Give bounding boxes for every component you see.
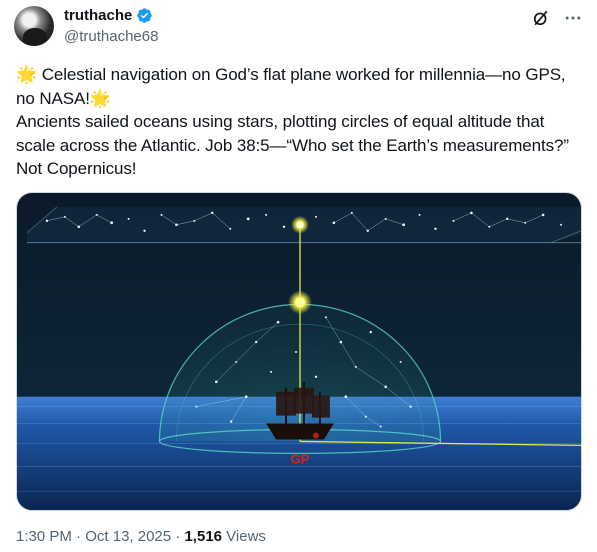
author-handle[interactable]: @truthache68 — [64, 28, 158, 45]
gp-label: GP — [291, 451, 310, 466]
tweet-time[interactable]: 1:30 PM — [16, 528, 72, 545]
tweet-line-1: 🌟 Celestial navigation on God’s flat pla… — [16, 63, 586, 110]
display-name[interactable]: truthache — [64, 7, 132, 24]
tweet-card: truthache @truthache68 🌟 Celestial navig… — [0, 0, 597, 552]
meta-separator: · — [71, 528, 86, 545]
celestial-navigation-illustration: GP — [17, 193, 581, 510]
tweet-line-2: Ancients sailed oceans using stars, plot… — [16, 112, 569, 178]
tweet-text: 🌟 Celestial navigation on God’s flat pla… — [16, 63, 586, 181]
tweet-date[interactable]: Oct 13, 2025 — [85, 528, 171, 545]
tweet-media-image[interactable]: GP — [16, 192, 582, 511]
star-emoji-icon: 🌟 — [16, 65, 38, 84]
tweet-meta: 1:30 PM · Oct 13, 2025 · 1,516 Views — [16, 528, 266, 545]
star-emoji-icon: 🌟 — [89, 88, 111, 108]
author-name-row: truthache — [64, 7, 153, 24]
grok-icon[interactable] — [531, 8, 551, 28]
top-actions — [531, 8, 583, 28]
views-label: Views — [222, 528, 266, 545]
views-count[interactable]: 1,516 — [184, 528, 222, 545]
verified-badge-icon — [137, 8, 153, 23]
more-icon[interactable] — [563, 8, 583, 28]
meta-separator: · — [171, 528, 185, 545]
avatar[interactable] — [14, 6, 54, 46]
